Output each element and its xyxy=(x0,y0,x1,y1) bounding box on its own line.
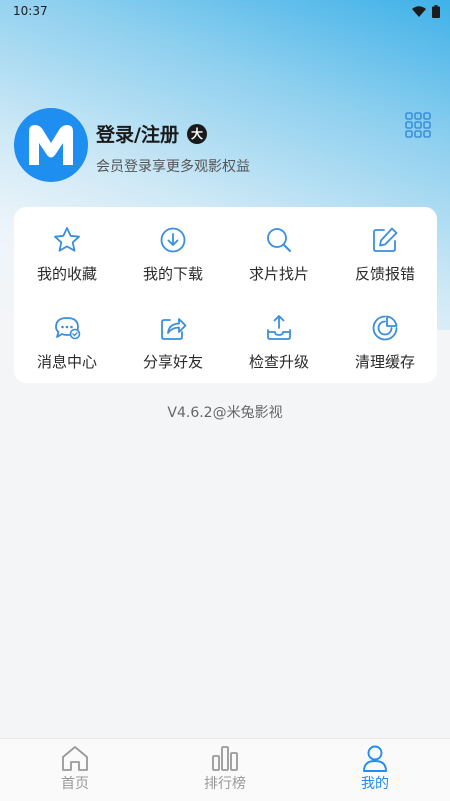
grid-menu-button[interactable] xyxy=(405,112,435,142)
home-icon xyxy=(62,746,88,771)
menu-item-check-update[interactable]: 检查升级 xyxy=(226,295,332,375)
nav-tab-ranking[interactable]: 排行榜 xyxy=(150,739,300,801)
menu-card: 我的收藏 我的下载 求片找片 反馈报错 消息中心 分享好友 检查升级 清理缓存 xyxy=(14,207,437,383)
version-text: V4.6.2@米兔影视 xyxy=(167,405,283,421)
menu-item-favorites[interactable]: 我的收藏 xyxy=(14,207,120,287)
user-icon xyxy=(363,745,387,772)
grid-icon xyxy=(405,112,431,138)
upload-icon xyxy=(267,315,291,340)
vip-badge-char: 大 xyxy=(190,127,203,141)
bottom-nav: 首页 排行榜 我的 xyxy=(0,738,450,801)
clean-icon xyxy=(372,315,398,341)
status-icons xyxy=(412,4,440,18)
menu-item-request-movie[interactable]: 求片找片 xyxy=(226,207,332,287)
chart-icon xyxy=(212,746,238,771)
avatar[interactable] xyxy=(14,108,88,182)
menu-item-feedback[interactable]: 反馈报错 xyxy=(332,207,438,287)
nav-tab-home[interactable]: 首页 xyxy=(0,739,150,801)
menu-item-label: 反馈报错 xyxy=(354,265,415,283)
menu-item-share[interactable]: 分享好友 xyxy=(120,295,226,375)
status-bar: 10:37 xyxy=(0,0,450,22)
profile-section: 登录/注册 大 会员登录享更多观影权益 xyxy=(14,108,436,184)
message-icon xyxy=(55,317,81,340)
login-register-link[interactable]: 登录/注册 大 xyxy=(96,120,207,147)
menu-item-label: 我的收藏 xyxy=(36,265,97,283)
menu-item-label: 检查升级 xyxy=(248,353,309,371)
menu-item-label: 消息中心 xyxy=(36,353,97,371)
nav-tab-label: 我的 xyxy=(361,776,389,792)
menu-item-clear-cache[interactable]: 清理缓存 xyxy=(332,295,438,375)
menu-item-downloads[interactable]: 我的下载 xyxy=(120,207,226,287)
wifi-icon xyxy=(412,5,426,17)
menu-item-label: 我的下载 xyxy=(142,265,203,283)
login-title-text: 登录/注册 xyxy=(96,124,179,146)
download-icon xyxy=(160,227,186,253)
nav-tab-label: 排行榜 xyxy=(204,776,246,792)
star-icon xyxy=(54,227,80,252)
status-time: 10:37 xyxy=(13,4,48,18)
nav-tab-mine[interactable]: 我的 xyxy=(300,739,450,801)
menu-item-messages[interactable]: 消息中心 xyxy=(14,295,120,375)
menu-item-label: 清理缓存 xyxy=(354,353,415,371)
nav-tab-label: 首页 xyxy=(61,776,89,792)
search-icon xyxy=(267,228,291,252)
share-icon xyxy=(161,318,187,340)
app-logo-icon xyxy=(29,125,73,165)
battery-icon xyxy=(432,4,440,18)
menu-item-label: 分享好友 xyxy=(142,353,203,371)
menu-item-label: 求片找片 xyxy=(248,265,309,283)
vip-badge-icon: 大 xyxy=(186,123,207,144)
edit-icon xyxy=(373,227,398,252)
login-subtitle: 会员登录享更多观影权益 xyxy=(96,159,250,175)
